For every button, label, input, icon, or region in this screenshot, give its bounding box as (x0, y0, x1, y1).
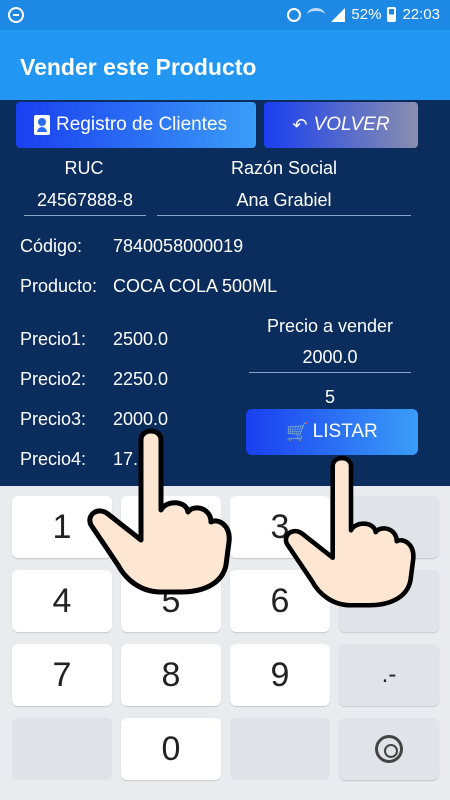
client-registry-button[interactable]: Registro de Clientes (16, 102, 256, 148)
precio2-value: 2250.0 (113, 369, 169, 389)
precio4-label: Precio4: (20, 449, 87, 469)
minus-circle-icon (8, 7, 24, 23)
producto-value: COCA COLA 500ML (113, 276, 278, 296)
razon-social-field[interactable]: Ana Grabiel (157, 190, 411, 216)
precio1-label: Precio1: (20, 329, 87, 349)
key-9[interactable]: 9 (230, 644, 330, 706)
status-icons: 52% 22:03 (287, 6, 440, 23)
back-button[interactable]: ↶ VOLVER (264, 102, 418, 148)
battery-percent: 52% (351, 6, 382, 23)
precio2-label: Precio2: (20, 369, 87, 389)
signal-icon (331, 7, 346, 22)
battery-icon (387, 7, 397, 22)
precio-vender-field[interactable]: 2000.0 (249, 347, 411, 373)
clock: 22:03 (402, 6, 440, 23)
producto-label: Producto: (20, 276, 98, 296)
pointing-hand-icon-2 (283, 455, 416, 608)
client-registry-label: Registro de Clientes (56, 114, 228, 135)
ruc-field[interactable]: 24567888-8 (24, 190, 146, 216)
contact-book-icon (34, 115, 50, 135)
alarm-icon (287, 7, 302, 22)
pointing-hand-icon (87, 428, 232, 595)
keyboard-settings-button[interactable] (339, 718, 439, 780)
codigo-label: Código: (20, 236, 83, 256)
key-blank-2 (230, 718, 330, 780)
back-label: VOLVER (313, 114, 390, 135)
cart-add-icon: 🛒 (286, 421, 309, 442)
wifi-icon (307, 7, 326, 22)
razon-social-label: Razón Social (230, 158, 338, 178)
cantidad-field[interactable]: 5 (249, 387, 411, 408)
reply-arrow-icon: ↶ (292, 114, 308, 135)
precio-vender-label: Precio a vender (266, 316, 394, 336)
key-dot-minus-label: .- (381, 661, 397, 688)
precio1-value: 2500.0 (113, 329, 169, 349)
gear-icon (375, 735, 403, 763)
page-title: Vender este Producto (20, 54, 257, 80)
key-dot-minus[interactable]: .- (339, 644, 439, 706)
precio3-label: Precio3: (20, 409, 87, 429)
ruc-label: RUC (64, 158, 104, 178)
key-blank (12, 718, 112, 780)
app-bar: Vender este Producto (0, 30, 450, 100)
key-8[interactable]: 8 (121, 644, 221, 706)
codigo-value: 7840058000019 (113, 236, 244, 256)
key-7[interactable]: 7 (12, 644, 112, 706)
listar-label: LISTAR (312, 421, 378, 442)
status-bar: 52% 22:03 (0, 0, 450, 30)
key-0[interactable]: 0 (121, 718, 221, 780)
